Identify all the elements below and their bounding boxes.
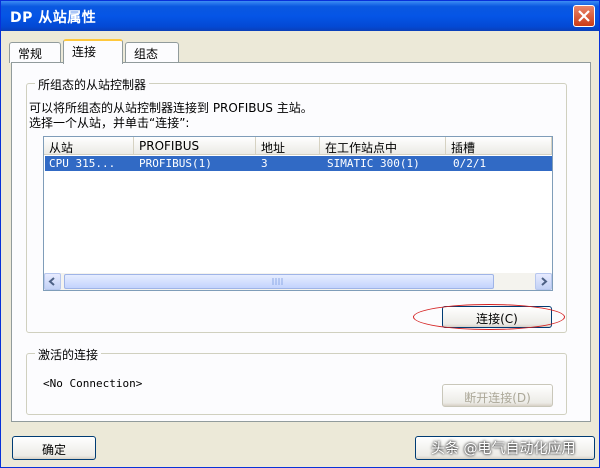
- cell-station: SIMATIC 300(1): [327, 157, 420, 170]
- title-bar[interactable]: DP 从站属性: [1, 1, 599, 31]
- active-connection-value: <No Connection>: [43, 377, 143, 390]
- scroll-right-button[interactable]: [535, 273, 552, 290]
- chevron-right-icon: [541, 277, 548, 286]
- scroll-thumb[interactable]: [64, 274, 494, 289]
- scroll-left-button[interactable]: [44, 273, 61, 290]
- tab-connection[interactable]: 连接: [63, 39, 123, 64]
- cell-slot: 0/2/1: [453, 157, 487, 170]
- tab-configuration[interactable]: 组态: [125, 42, 179, 63]
- list-header: 从站 PROFIBUS 地址 在工作站点中 插槽: [44, 137, 552, 155]
- column-header-slot[interactable]: 插槽: [446, 137, 552, 155]
- column-header-profibus[interactable]: PROFIBUS: [134, 137, 256, 155]
- chevron-left-icon: [48, 277, 55, 286]
- disconnect-button[interactable]: 断开连接(D): [442, 384, 553, 407]
- slave-list[interactable]: 从站 PROFIBUS 地址 在工作站点中 插槽 CPU 315... PROF…: [43, 136, 553, 291]
- column-header-address[interactable]: 地址: [256, 137, 320, 155]
- active-group-title: 激活的连接: [35, 346, 102, 363]
- ok-button[interactable]: 确定: [12, 436, 96, 460]
- table-row[interactable]: CPU 315... PROFIBUS(1) 3 SIMATIC 300(1) …: [45, 156, 552, 171]
- cell-profibus: PROFIBUS(1): [139, 157, 212, 170]
- cell-slave: CPU 315...: [49, 157, 116, 170]
- grip-icon: [272, 278, 283, 285]
- tab-general[interactable]: 常规: [9, 42, 61, 63]
- description-line-2: 选择一个从站，并单击“连接”:: [29, 116, 190, 130]
- dialog-window: DP 从站属性 常规 连接 组态 所组态的从站控制器 可以将所组态的从站控制器连…: [0, 0, 600, 468]
- highlight-oval: [413, 304, 565, 330]
- window-title: DP 从站属性: [10, 10, 97, 26]
- column-header-slave[interactable]: 从站: [44, 137, 134, 155]
- configured-group-title: 所组态的从站控制器: [35, 76, 150, 93]
- cell-address: 3: [261, 157, 268, 170]
- horizontal-scrollbar[interactable]: [44, 273, 552, 290]
- column-header-station[interactable]: 在工作站点中: [320, 137, 446, 155]
- close-icon: [578, 10, 590, 22]
- close-button[interactable]: [573, 5, 595, 27]
- watermark-text: 头条 @电气自动化应用: [431, 441, 576, 457]
